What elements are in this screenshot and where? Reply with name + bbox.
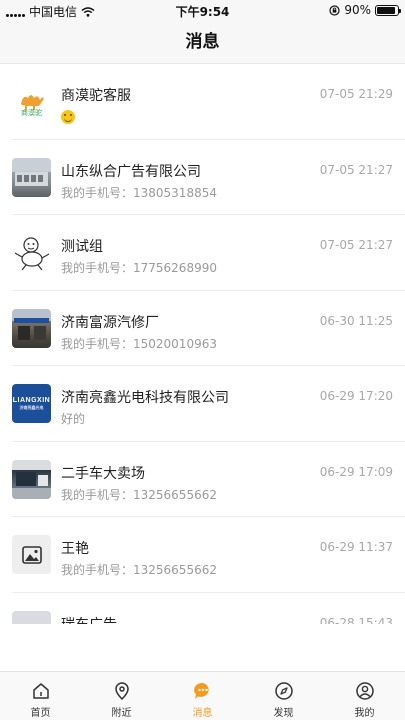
- conversation-preview: 我的手机号：13256655662: [61, 487, 217, 502]
- garage-photo-avatar: [12, 308, 51, 348]
- compass-icon: [274, 682, 293, 700]
- conversation-preview: 我的手机号：17756268990: [61, 261, 217, 275]
- conversation-preview: [61, 108, 75, 125]
- conversation-name: 山东纵合广告有限公司: [61, 163, 201, 180]
- tab-home[interactable]: 首页: [0, 672, 81, 720]
- conversation-name: 济南亮鑫光电科技有限公司: [61, 390, 229, 406]
- building-photo-avatar: [12, 157, 51, 197]
- conversation-preview: 我的手机号：15020010963: [61, 336, 217, 351]
- tab-label: 我的: [354, 708, 375, 719]
- tab-messages[interactable]: 消息: [162, 672, 243, 720]
- conversation-time: 06-29 17:20: [319, 389, 393, 403]
- battery-percent: 90%: [344, 3, 371, 17]
- conversation-list[interactable]: 商漠驼 商漠驼客服 07-05 21:29 山东纵合广告有限公司 我的手机号：1…: [0, 64, 405, 624]
- image-placeholder-avatar: [12, 535, 51, 574]
- conversation-item[interactable]: 山东纵合广告有限公司 我的手机号：13805318854 07-05 21:27: [0, 140, 405, 216]
- camel-logo-text: 商漠驼: [21, 109, 42, 117]
- tab-label: 发现: [273, 708, 294, 719]
- conversation-item[interactable]: 测试组 我的手机号：17756268990 07-05 21:27: [0, 215, 405, 291]
- conversation-name: 二手车大卖场: [61, 465, 145, 482]
- conversation-time: 06-29 17:09: [319, 464, 393, 479]
- car-lot-photo-avatar: [12, 459, 51, 499]
- tab-label: 附近: [111, 708, 132, 719]
- smile-emoji-icon: [61, 110, 75, 124]
- page-title: 消息: [0, 20, 405, 64]
- status-right: 90%: [329, 3, 401, 17]
- conversation-name: 商漠驼客服: [61, 88, 131, 104]
- tab-label: 首页: [30, 708, 51, 719]
- conversation-item[interactable]: 瑞东广告 06-28 15:43: [0, 593, 405, 625]
- conversation-time: 06-30 11:25: [319, 313, 393, 328]
- conversation-item[interactable]: LIANGXIN 济南亮鑫光电 济南亮鑫光电科技有限公司 好的 06-29 17…: [0, 366, 405, 442]
- orientation-lock-icon: [329, 4, 340, 16]
- cartoon-character-icon: [14, 237, 50, 271]
- brand-logo-avatar: LIANGXIN 济南亮鑫光电: [12, 384, 51, 423]
- conversation-time: 07-05 21:29: [319, 87, 393, 101]
- conversation-item[interactable]: 王艳 我的手机号：13256655662 06-29 11:37: [0, 517, 405, 593]
- battery-icon: [375, 4, 401, 16]
- conversation-preview: 好的: [61, 412, 86, 426]
- image-placeholder-icon: [21, 545, 42, 564]
- conversation-name: 测试组: [61, 239, 103, 255]
- conversation-time: 06-28 15:43: [319, 615, 393, 625]
- tab-label: 消息: [192, 708, 213, 719]
- chat-bubble-icon: [193, 682, 209, 699]
- conversation-preview: 我的手机号：13256655662: [61, 563, 217, 577]
- conversation-name: 王艳: [61, 541, 89, 557]
- brand-logo-text: LIANGXIN: [12, 396, 51, 404]
- conversation-time: 06-29 11:37: [319, 540, 393, 554]
- conversation-time: 07-05 21:27: [319, 162, 393, 177]
- status-bar: 中国电信 下午9:54 90%: [0, 0, 405, 20]
- bottom-tab-bar: 首页 附近 消息 发现 我的: [0, 671, 405, 720]
- conversation-name: 济南富源汽修厂: [61, 314, 159, 331]
- garage-photo-icon: [14, 317, 49, 340]
- home-icon: [32, 683, 49, 699]
- storefront-photo-icon: [15, 171, 48, 186]
- conversation-preview: 我的手机号：13805318854: [61, 185, 217, 200]
- conversation-time: 07-05 21:27: [319, 238, 393, 252]
- tab-nearby[interactable]: 附近: [81, 672, 162, 720]
- conversation-item[interactable]: 商漠驼 商漠驼客服 07-05 21:29: [0, 64, 405, 140]
- location-pin-icon: [114, 682, 129, 701]
- ad-shop-photo-avatar: [12, 610, 51, 624]
- camel-logo-avatar: 商漠驼: [12, 82, 51, 121]
- brand-logo-subtext: 济南亮鑫光电: [19, 404, 44, 410]
- tab-discover[interactable]: 发现: [243, 672, 324, 720]
- tab-profile[interactable]: 我的: [324, 672, 405, 720]
- cartoon-avatar: [12, 233, 51, 272]
- user-profile-icon: [355, 682, 374, 700]
- conversation-item[interactable]: 二手车大卖场 我的手机号：13256655662 06-29 17:09: [0, 442, 405, 518]
- conversation-name: 瑞东广告: [61, 614, 117, 625]
- conversation-item[interactable]: 济南富源汽修厂 我的手机号：15020010963 06-30 11:25: [0, 291, 405, 367]
- car-lot-photo-icon: [12, 471, 51, 499]
